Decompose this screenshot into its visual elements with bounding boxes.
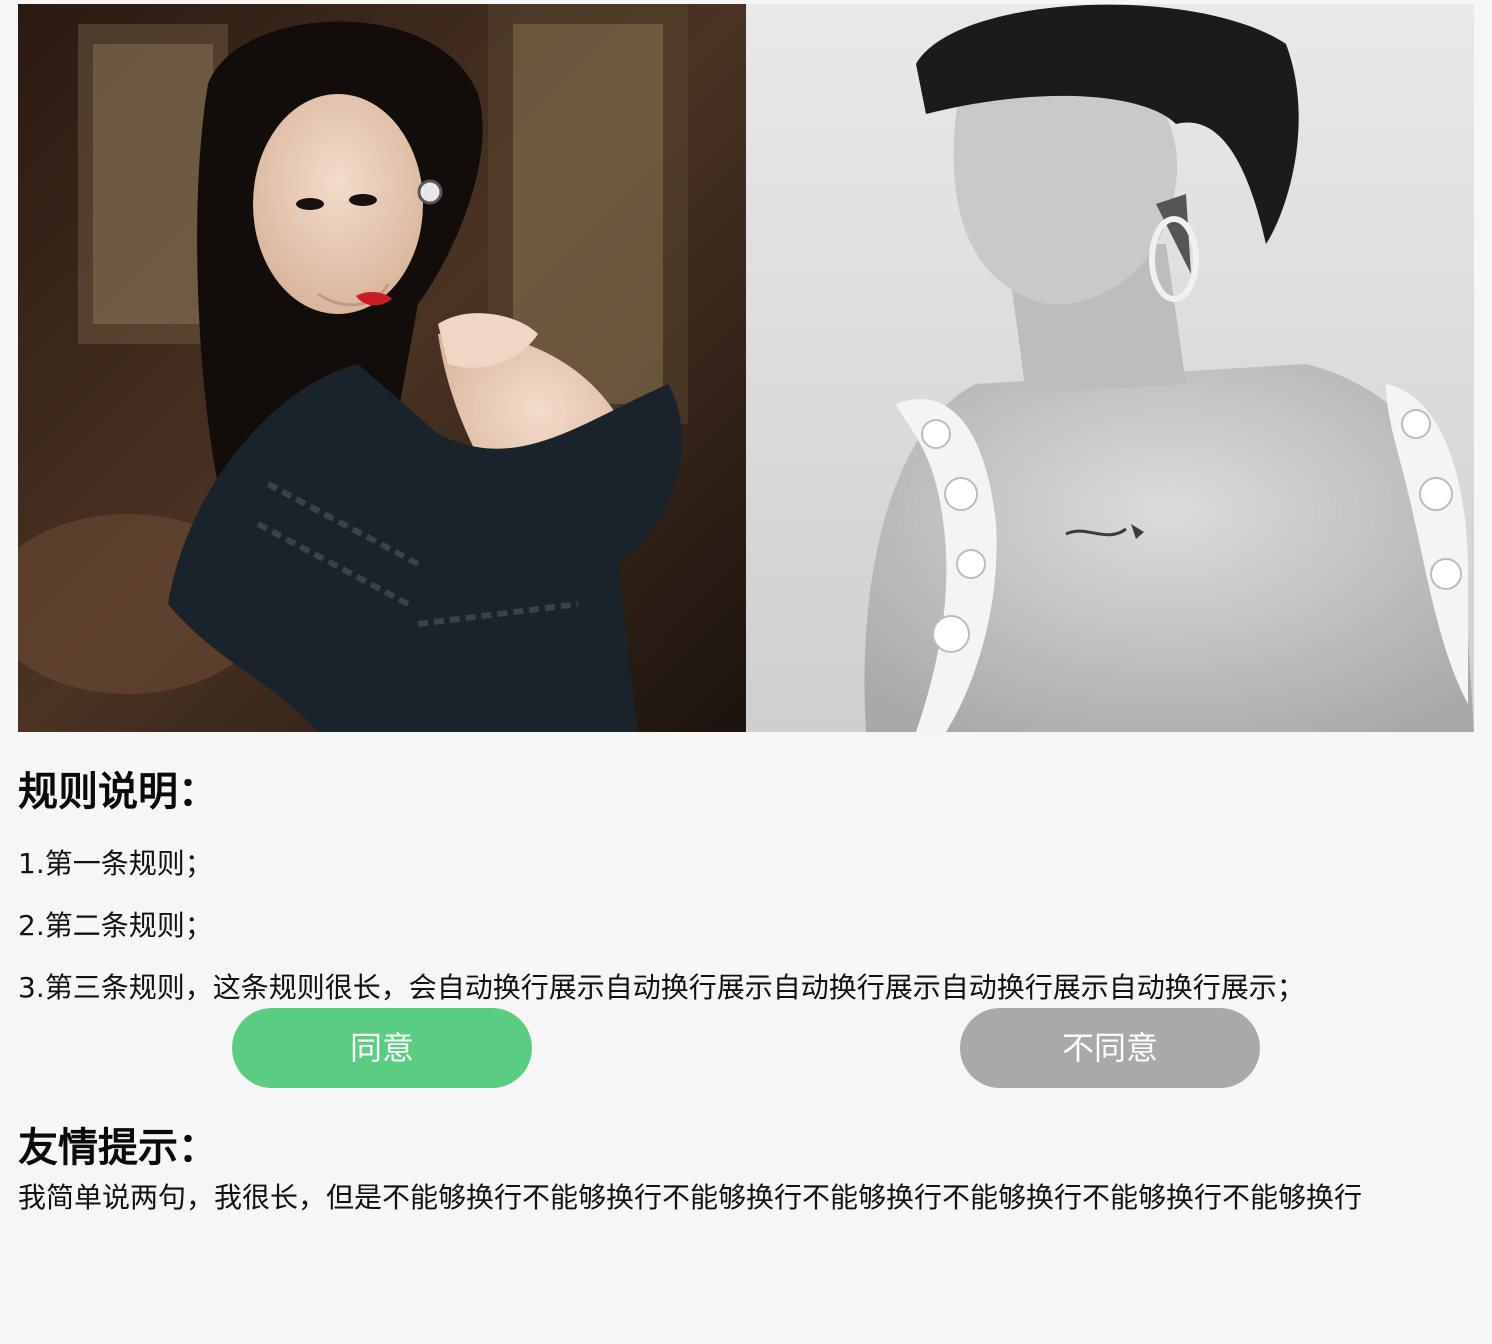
rule-item-1: 1.第一条规则；	[18, 847, 213, 880]
rule-item-2: 2.第二条规则；	[18, 909, 213, 942]
tips-text: 我简单说两句，我很长，但是不能够换行不能够换行不能够换行不能够换行不能够换行不能…	[18, 1181, 1363, 1214]
rule-item-3: 3.第三条规则，这条规则很长，会自动换行展示自动换行展示自动换行展示自动换行展示…	[18, 971, 1305, 1004]
photo-right	[746, 4, 1474, 732]
tips-title: 友情提示：	[18, 1125, 218, 1171]
photo-gallery	[18, 4, 1474, 732]
disagree-button[interactable]: 不同意	[960, 1008, 1260, 1088]
photo-left	[18, 4, 746, 732]
agree-button[interactable]: 同意	[232, 1008, 532, 1088]
photo-right-image	[746, 4, 1474, 732]
rules-title: 规则说明：	[18, 769, 218, 815]
photo-left-image	[18, 4, 746, 732]
